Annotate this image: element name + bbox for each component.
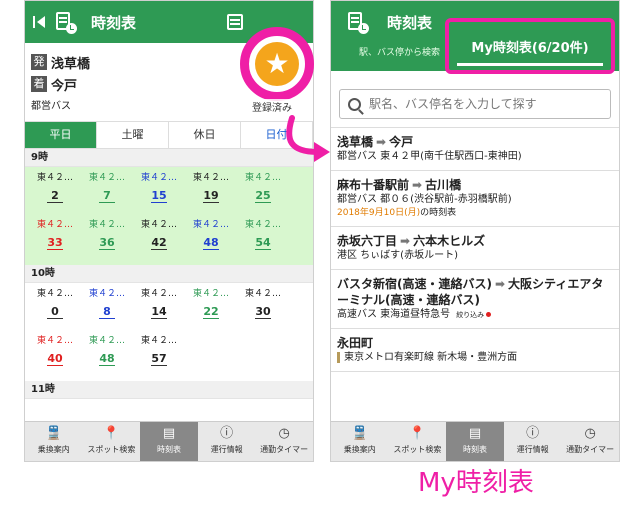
callout-arrow xyxy=(286,115,330,162)
tab-my-timetable[interactable]: My時刻表(6/20件) xyxy=(445,18,615,74)
